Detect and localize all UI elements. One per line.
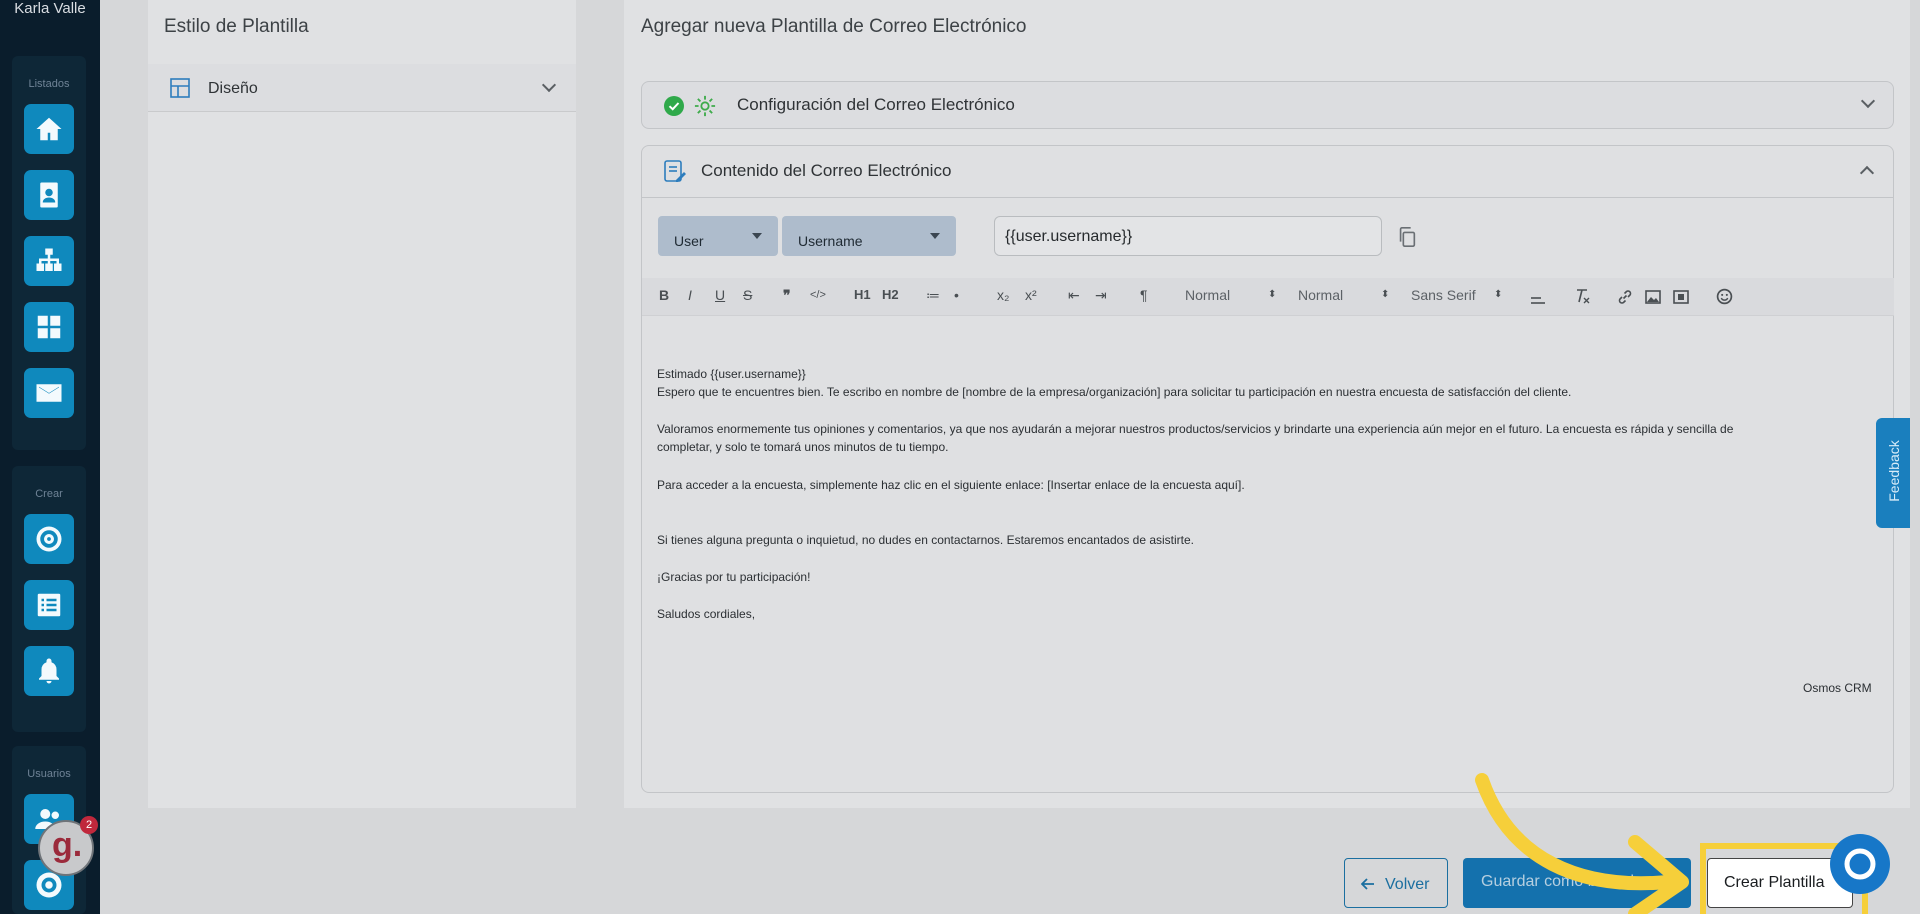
notification-count: 2: [80, 816, 98, 834]
tutorial-arrow-icon: [1475, 773, 1689, 914]
email-paragraph: Espero que te encuentres bien. Te escrib…: [657, 385, 1572, 399]
email-paragraph: Para acceder a la encuesta, simplemente …: [657, 478, 1245, 492]
emoji-icon[interactable]: [1716, 288, 1733, 305]
style-panel-title: Estilo de Plantilla: [164, 16, 309, 37]
entity-select-value: User: [674, 233, 704, 249]
blockquote-button[interactable]: ❞: [783, 287, 791, 304]
sidebar-group-crear: Crear: [12, 466, 86, 732]
gear-icon: [694, 95, 716, 117]
chat-widget[interactable]: [1830, 834, 1890, 894]
sidebar: Karla Valle Listados Crear Usuarios: [0, 0, 100, 914]
email-signature: Osmos CRM: [1803, 681, 1872, 695]
direction-button[interactable]: ¶: [1140, 287, 1148, 303]
arrow-left-icon: [1361, 878, 1374, 890]
size-select[interactable]: Normal: [1185, 287, 1230, 303]
clear-format-icon[interactable]: [1574, 288, 1590, 304]
bold-button[interactable]: B: [659, 287, 669, 303]
sidebar-group-listados: Listados: [12, 56, 86, 450]
content-section-title: Contenido del Correo Electrónico: [701, 161, 952, 180]
subscript-button[interactable]: x₂: [997, 287, 1009, 303]
image-icon[interactable]: [1645, 289, 1661, 305]
home-icon[interactable]: [24, 104, 74, 154]
check-circle-icon: [664, 96, 684, 116]
logo-text: g.: [52, 826, 83, 864]
heading2-button[interactable]: H2: [882, 287, 899, 302]
strike-button[interactable]: S: [743, 287, 752, 303]
indent-button[interactable]: ⇥: [1095, 287, 1107, 304]
target-icon[interactable]: [24, 514, 74, 564]
dashboard-icon[interactable]: [24, 302, 74, 352]
heading1-button[interactable]: H1: [854, 287, 871, 302]
variable-output-value: {{user.username}}: [1005, 228, 1133, 245]
checklist-icon[interactable]: [24, 580, 74, 630]
email-greeting: Estimado {{user.username}}: [657, 367, 806, 381]
feedback-label: Feedback: [1886, 440, 1902, 502]
config-section-title: Configuración del Correo Electrónico: [737, 95, 1015, 114]
outdent-button[interactable]: ⇤: [1068, 287, 1080, 304]
back-button-label: Volver: [1385, 876, 1430, 893]
style-panel: [148, 0, 576, 808]
contacts-icon[interactable]: [24, 170, 74, 220]
document-edit-icon: [664, 160, 686, 182]
design-accordion[interactable]: Diseño: [148, 64, 576, 112]
header-select[interactable]: Normal: [1298, 287, 1343, 303]
chevron-down-icon: [1860, 93, 1876, 109]
superscript-button[interactable]: x²: [1025, 287, 1037, 303]
ordered-list-button[interactable]: ≔: [926, 287, 940, 304]
template-panel-title: Agregar nueva Plantilla de Correo Electr…: [641, 16, 1027, 37]
caret-down-icon: [930, 233, 940, 239]
design-label: Diseño: [208, 80, 258, 97]
font-select-arrows-icon: ⬍: [1494, 289, 1503, 300]
sidebar-group-label: Crear: [35, 488, 63, 500]
layout-grid-icon: [170, 78, 190, 98]
field-select-value: Username: [798, 233, 863, 249]
underline-button[interactable]: U: [715, 287, 725, 303]
variable-output-field[interactable]: {{user.username}}: [994, 216, 1382, 256]
sidebar-group-label: Listados: [28, 78, 70, 90]
copy-icon[interactable]: [1396, 226, 1418, 248]
user-name: Karla Valle: [14, 0, 86, 17]
bullet-list-button[interactable]: •: [954, 287, 959, 303]
email-paragraph: Valoramos enormemente tus opiniones y co…: [657, 422, 1734, 436]
email-paragraph: Si tienes alguna pregunta o inquietud, n…: [657, 533, 1195, 547]
field-select[interactable]: Username: [782, 216, 956, 256]
chevron-down-icon: [541, 77, 557, 93]
email-paragraph: ¡Gracias por tu participación!: [657, 570, 811, 584]
back-button[interactable]: Volver: [1344, 858, 1448, 908]
create-template-label: Crear Plantilla: [1724, 874, 1825, 891]
org-chart-icon[interactable]: [24, 236, 74, 286]
align-icon[interactable]: [1530, 289, 1546, 305]
font-select[interactable]: Sans Serif: [1411, 287, 1476, 303]
link-icon[interactable]: [1617, 289, 1633, 305]
sidebar-group-label: Usuarios: [27, 768, 71, 780]
mail-icon[interactable]: [24, 368, 74, 418]
entity-select[interactable]: User: [658, 216, 778, 256]
video-icon[interactable]: [1673, 289, 1689, 305]
email-paragraph: Saludos cordiales,: [657, 607, 756, 621]
chevron-up-icon: [1859, 165, 1875, 181]
bell-icon[interactable]: [24, 646, 74, 696]
header-select-arrows-icon: ⬍: [1381, 289, 1390, 300]
content-accordion-header[interactable]: Contenido del Correo Electrónico: [642, 146, 1893, 198]
config-accordion[interactable]: Configuración del Correo Electrónico: [641, 81, 1894, 129]
editor-toolbar: B I U S ❞ </> H1 H2 ≔ • x₂ x² ⇤ ⇥ ¶ Norm…: [642, 278, 1894, 316]
email-paragraph: completar, y solo te tomará unos minutos…: [657, 440, 949, 454]
size-select-arrows-icon: ⬍: [1268, 289, 1277, 300]
caret-down-icon: [752, 233, 762, 239]
code-block-button[interactable]: </>: [810, 289, 826, 301]
italic-button[interactable]: I: [688, 287, 692, 303]
chat-icon: [1844, 848, 1876, 880]
feedback-tab[interactable]: Feedback: [1876, 418, 1910, 528]
